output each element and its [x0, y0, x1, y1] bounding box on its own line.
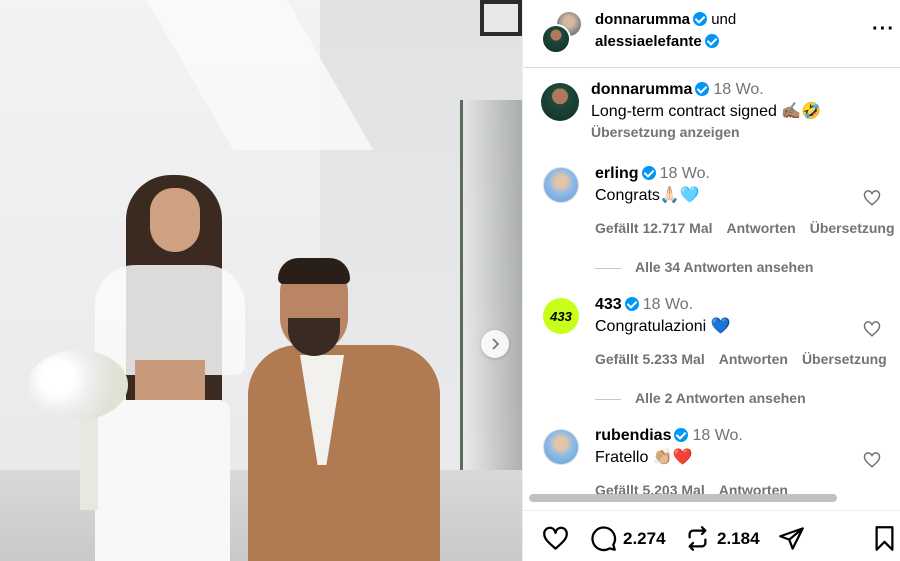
comment-icon: [591, 526, 617, 552]
photo-wall-frame: [480, 0, 522, 36]
verified-icon: [674, 428, 689, 442]
more-icon[interactable]: ···: [872, 18, 895, 41]
post-actions-bar: 2.274 2.184: [523, 510, 900, 561]
view-replies-button[interactable]: Alle 2 Antworten ansehen: [595, 390, 806, 406]
repost-button[interactable]: 2.184: [684, 525, 760, 552]
photo-woman-top: [95, 265, 245, 375]
photo-bouquet-ribbon: [80, 410, 98, 510]
username-link[interactable]: donnarumma: [595, 11, 690, 28]
comment-text: Congrats🙏🏻🩵: [595, 187, 700, 204]
comment-button[interactable]: 2.274: [590, 525, 666, 552]
post-photo[interactable]: [0, 0, 522, 561]
avatar-donnarumma[interactable]: [541, 83, 579, 121]
heart-icon: [543, 526, 568, 550]
save-button[interactable]: [871, 525, 898, 552]
avatar-erling[interactable]: [543, 167, 579, 203]
timestamp[interactable]: 18 Wo.: [692, 427, 742, 444]
share-icon: [779, 527, 804, 550]
likes-count[interactable]: Gefällt 5.233 Mal: [595, 351, 705, 367]
view-replies-button[interactable]: Alle 34 Antworten ansehen: [595, 259, 813, 275]
photo-woman-pants: [95, 400, 230, 561]
likes-count[interactable]: Gefällt 12.717 Mal: [595, 220, 713, 236]
like-button[interactable]: [542, 525, 569, 552]
repost-icon: [688, 526, 707, 551]
next-photo-button[interactable]: [481, 330, 509, 358]
avatar-433-label: 433: [550, 308, 572, 324]
verified-icon: [704, 34, 719, 48]
collab-names: donnarumma und alessiaelefante: [595, 9, 736, 53]
timestamp[interactable]: 18 Wo.: [660, 165, 710, 182]
comment-text: Fratello 👏🏼❤️: [595, 449, 693, 466]
reply-button[interactable]: Antworten: [727, 220, 796, 236]
show-translation-link[interactable]: Übersetzung anzeigen: [591, 124, 891, 140]
collab-avatars[interactable]: [541, 10, 587, 56]
photo-man-hair: [278, 258, 350, 284]
comments-count: 2.274: [623, 528, 666, 548]
conjunction-text: und: [711, 11, 737, 28]
verified-icon: [624, 297, 639, 311]
username-link[interactable]: 433: [595, 296, 622, 313]
username-link[interactable]: erling: [595, 165, 639, 182]
translate-button[interactable]: Übersetzung: [802, 351, 887, 367]
comment-text: Congratulazioni 💙: [595, 318, 731, 335]
timestamp[interactable]: 18 Wo.: [713, 81, 763, 98]
chevron-right-icon: [492, 338, 500, 350]
photo-bouquet: [28, 350, 128, 420]
username-link[interactable]: donnarumma: [591, 81, 692, 98]
username-link[interactable]: rubendias: [595, 427, 671, 444]
translate-button[interactable]: Übersetzung: [810, 220, 895, 236]
avatar-433[interactable]: 433: [543, 298, 579, 334]
comments-list[interactable]: donnarumma 18 Wo. Long-term contract sign…: [523, 69, 900, 497]
verified-icon: [693, 12, 708, 26]
post-header: donnarumma und alessiaelefante ···: [523, 0, 900, 68]
reposts-count: 2.184: [717, 528, 760, 548]
verified-icon: [641, 166, 656, 180]
username-link[interactable]: alessiaelefante: [595, 33, 702, 50]
bookmark-icon: [875, 526, 894, 551]
horizontal-scrollbar[interactable]: [529, 494, 837, 502]
share-button[interactable]: [778, 525, 805, 552]
heart-icon[interactable]: [863, 451, 881, 469]
heart-icon[interactable]: [863, 189, 881, 207]
photo-woman-face: [150, 188, 200, 252]
avatar-rubendias[interactable]: [543, 429, 579, 465]
verified-icon: [695, 82, 710, 96]
post-side-panel: donnarumma und alessiaelefante ··· donna…: [522, 0, 900, 561]
reply-button[interactable]: Antworten: [719, 351, 788, 367]
photo-man-suit: [248, 345, 440, 561]
caption-text: Long-term contract signed ✍🏽🤣: [591, 103, 822, 120]
heart-icon[interactable]: [863, 320, 881, 338]
avatar-donnarumma[interactable]: [541, 24, 571, 54]
timestamp[interactable]: 18 Wo.: [643, 296, 693, 313]
